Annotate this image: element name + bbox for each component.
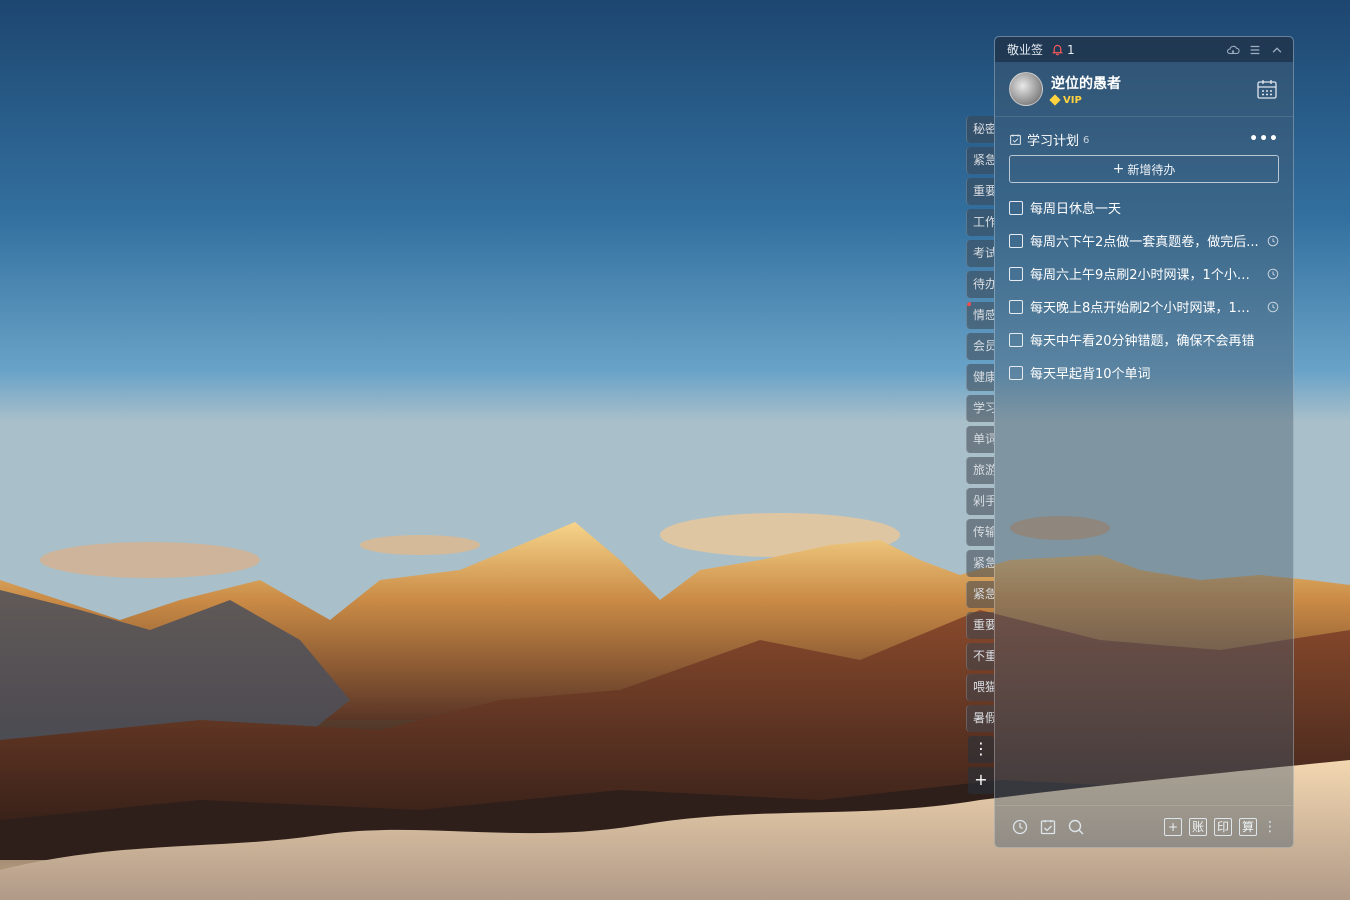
todo-text: 每周六下午2点做一套真题卷，做完后... — [1030, 235, 1259, 250]
todo-checkbox[interactable] — [1009, 200, 1023, 215]
footer-tools: + 账印算 — [1157, 817, 1257, 836]
footer-more-icon[interactable]: ⋮ — [1263, 820, 1277, 834]
todo-item[interactable]: 每天晚上8点开始刷2个小时网课，1个... — [995, 290, 1293, 323]
todo-item[interactable]: 每天早起背10个单词 — [995, 356, 1293, 389]
notification-count: 1 — [1067, 42, 1075, 57]
tag-tab[interactable]: 情感 — [966, 302, 994, 329]
todo-text: 每天晚上8点开始刷2个小时网课，1个... — [1030, 301, 1261, 316]
tag-tab[interactable]: 重要 — [966, 178, 994, 205]
todo-item[interactable]: 每天中午看20分钟错题，确保不会再错 — [995, 323, 1293, 356]
title-bar[interactable]: 敬业签 1 — [995, 37, 1293, 62]
tag-tab[interactable]: 暑假 — [966, 705, 994, 732]
calendar-icon[interactable] — [1255, 77, 1279, 101]
todo-text: 每天中午看20分钟错题，确保不会再错 — [1030, 334, 1255, 349]
todo-checkbox[interactable] — [1009, 365, 1023, 380]
add-tag-button[interactable]: + — [968, 767, 994, 794]
clock-icon[interactable] — [1011, 818, 1029, 836]
tag-tab[interactable]: 工作 — [966, 209, 994, 236]
diamond-icon — [1049, 94, 1061, 106]
chevron-up-icon — [1272, 46, 1282, 53]
clock-icon — [1267, 301, 1279, 312]
tag-tab[interactable]: 学习 — [966, 395, 994, 422]
todo-text: 每周六上午9点刷2小时网课，1个小时... — [1030, 268, 1261, 283]
todo-text: 每周日休息一天 — [1030, 202, 1122, 217]
tag-tab[interactable]: 健康 — [966, 364, 994, 391]
notification-button[interactable]: 1 — [1051, 43, 1075, 57]
cloud-sync-icon — [1227, 45, 1240, 54]
list-more-icon[interactable]: ••• — [1249, 132, 1279, 146]
tag-tab[interactable]: 考试 — [966, 240, 994, 267]
tabs-more-button[interactable]: ⋮ — [968, 736, 994, 763]
bell-icon — [1052, 44, 1063, 56]
tag-tab[interactable]: 重要 — [966, 612, 994, 639]
add-todo-label: 新增待办 — [1127, 162, 1176, 177]
plus-icon: + — [1112, 161, 1125, 177]
add-todo-button[interactable]: + 新增待办 — [1009, 155, 1279, 183]
clock-icon — [1267, 235, 1279, 246]
menu-icon — [1250, 45, 1260, 54]
todo-text: 每天早起背10个单词 — [1030, 367, 1151, 382]
checklist-icon — [1010, 134, 1021, 145]
sticky-notes-panel: 敬业签 1 逆位的愚者 VIP 学习计划 6 ••• + 新增待办 每周日休息一… — [994, 36, 1294, 848]
tag-tab[interactable]: 紧急 — [966, 581, 994, 608]
todo-checkbox[interactable] — [1009, 266, 1023, 281]
list-count: 6 — [1083, 135, 1090, 146]
done-list-icon[interactable] — [1039, 818, 1057, 836]
ledger-tool[interactable]: 账 — [1189, 817, 1207, 836]
search-icon[interactable] — [1067, 818, 1085, 836]
tag-tab[interactable]: 单词 — [966, 426, 994, 453]
tag-tab[interactable]: 紧急 — [966, 147, 994, 174]
list-header: 学习计划 6 ••• — [995, 123, 1293, 155]
add-note-tool[interactable]: + — [1164, 817, 1182, 836]
todo-item[interactable]: 每周日休息一天 — [995, 191, 1293, 224]
collapse-button[interactable] — [1269, 42, 1285, 58]
print-tool[interactable]: 印 — [1214, 817, 1232, 836]
panel-footer: + 账印算 ⋮ — [995, 805, 1293, 847]
user-profile: 逆位的愚者 VIP — [995, 62, 1293, 117]
tag-tab[interactable]: 待办 — [966, 271, 994, 298]
menu-button[interactable] — [1247, 42, 1263, 58]
app-title: 敬业签 — [1007, 43, 1044, 57]
todo-list: 每周日休息一天每周六下午2点做一套真题卷，做完后... 每周六上午9点刷2小时网课… — [995, 191, 1293, 389]
tag-tab[interactable]: 传输 — [966, 519, 994, 546]
vip-label: VIP — [1063, 94, 1082, 106]
todo-item[interactable]: 每周六上午9点刷2小时网课，1个小时... — [995, 257, 1293, 290]
username[interactable]: 逆位的愚者 — [1051, 73, 1255, 93]
calculator-tool[interactable]: 算 — [1239, 817, 1257, 836]
tag-tab[interactable]: 会员 — [966, 333, 994, 360]
cloud-sync-button[interactable] — [1225, 42, 1241, 58]
todo-checkbox[interactable] — [1009, 332, 1023, 347]
tag-tab[interactable]: 喂猫 — [966, 674, 994, 701]
tag-tab[interactable]: 剁手 — [966, 488, 994, 515]
tag-tabs: 秘密紧急重要工作考试待办情感会员健康学习单词旅游剁手传输紧急紧急重要不重喂猫暑假… — [966, 116, 994, 798]
todo-item[interactable]: 每周六下午2点做一套真题卷，做完后... — [995, 224, 1293, 257]
tag-tab[interactable]: 秘密 — [966, 116, 994, 143]
clock-icon — [1267, 268, 1279, 279]
tag-tab[interactable]: 紧急 — [966, 550, 994, 577]
vip-badge: VIP — [1049, 94, 1255, 106]
tag-tab[interactable]: 不重 — [966, 643, 994, 670]
todo-checkbox[interactable] — [1009, 233, 1023, 248]
tag-tab[interactable]: 旅游 — [966, 457, 994, 484]
list-title: 学习计划 — [1027, 133, 1080, 149]
todo-checkbox[interactable] — [1009, 299, 1023, 314]
avatar[interactable] — [1009, 72, 1043, 106]
